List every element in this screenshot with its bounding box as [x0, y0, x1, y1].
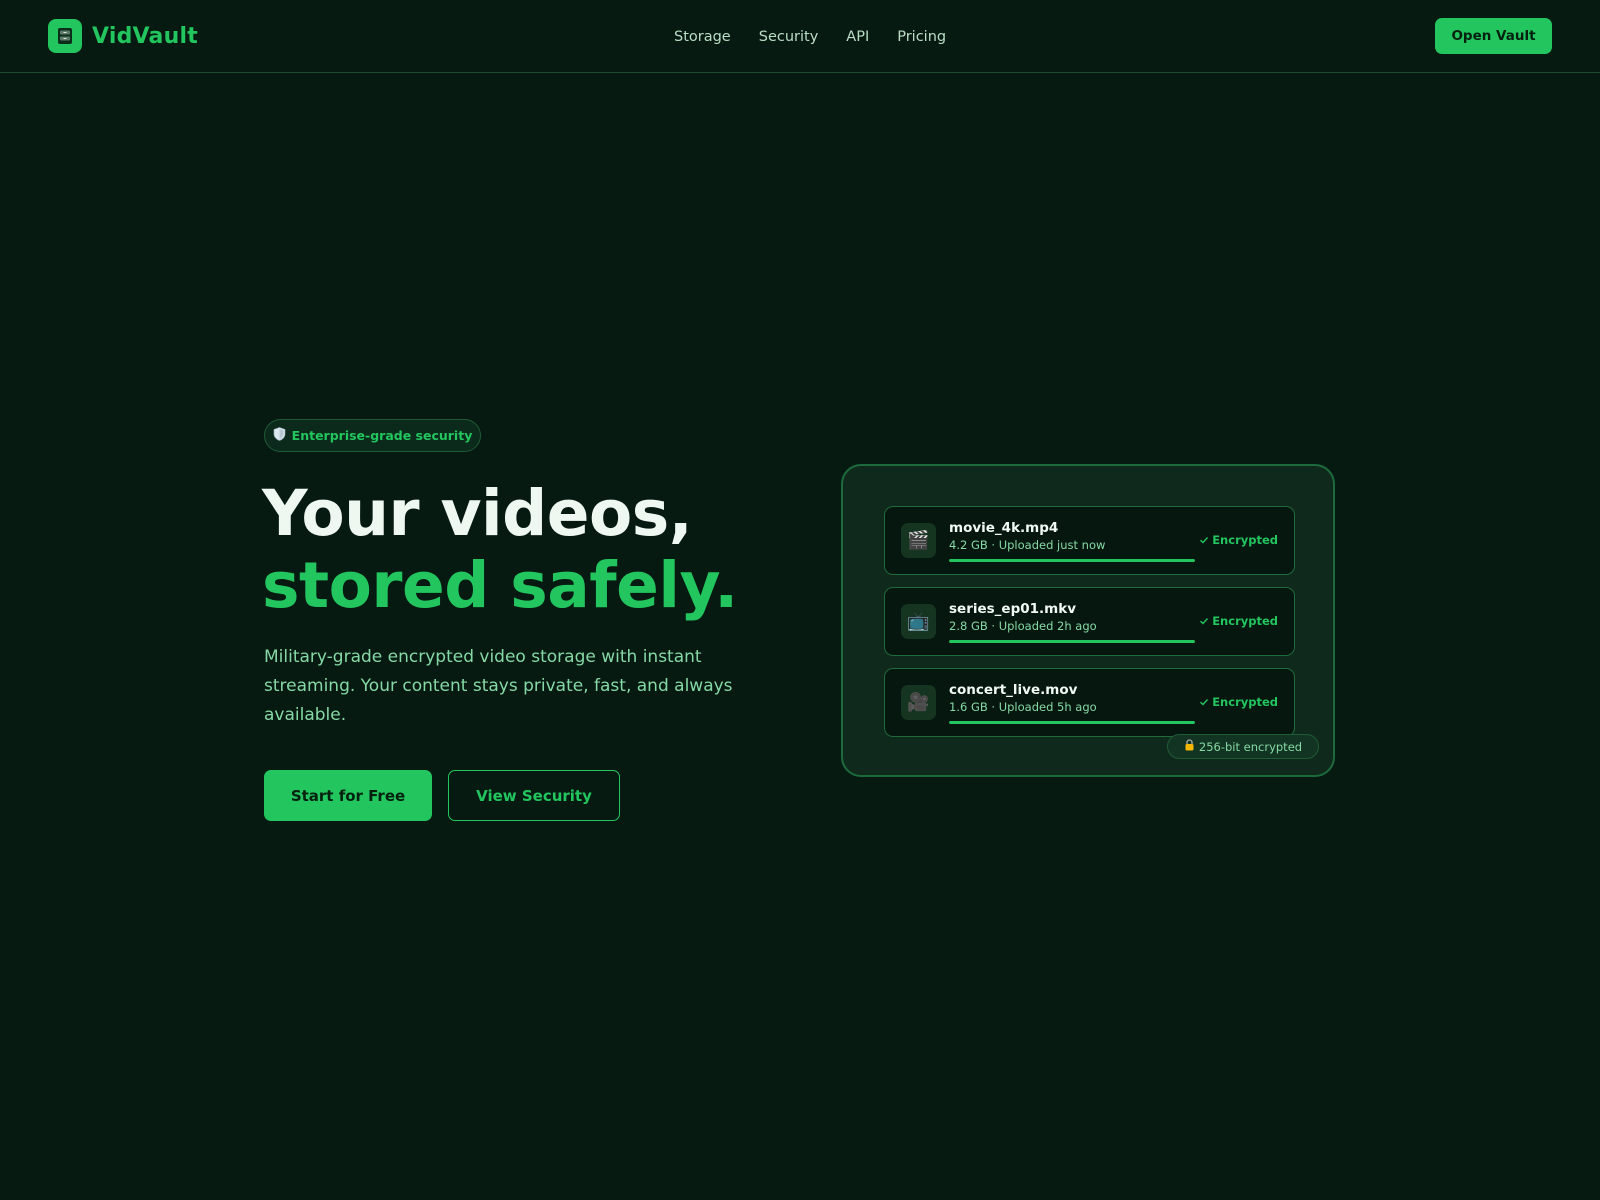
vault-preview-card: 🎬 movie_4k.mp4 4.2 GB · Uploaded just no… [841, 464, 1335, 777]
file-meta: 2.8 GB · Uploaded 2h ago [949, 619, 1097, 633]
file-row[interactable]: 🎥 concert_live.mov 1.6 GB · Uploaded 5h … [884, 668, 1295, 737]
encrypted-status: Encrypted [1199, 614, 1278, 628]
file-meta: 4.2 GB · Uploaded just now [949, 538, 1106, 552]
brand-name: VidVault [92, 23, 198, 49]
nav-link-pricing[interactable]: Pricing [897, 29, 946, 45]
encryption-pill: 256-bit encrypted [1167, 734, 1319, 759]
encrypted-status-label: Encrypted [1212, 614, 1278, 628]
hero-title: Your videos, stored safely. [262, 478, 822, 622]
encrypted-status-label: Encrypted [1212, 695, 1278, 709]
brand-link[interactable]: VidVault [48, 19, 198, 53]
check-icon [1200, 618, 1209, 625]
file-name: series_ep01.mkv [949, 601, 1076, 617]
file-meta: 1.6 GB · Uploaded 5h ago [949, 700, 1097, 714]
hero-subtitle: Military-grade encrypted video storage w… [264, 647, 733, 725]
encrypted-status: Encrypted [1199, 695, 1278, 709]
vault-logo-icon [48, 19, 82, 53]
top-navbar: VidVault Storage Security API Pricing Op… [0, 0, 1600, 73]
file-name: movie_4k.mp4 [949, 520, 1059, 536]
file-name: concert_live.mov [949, 682, 1078, 698]
nav-link-security[interactable]: Security [759, 29, 819, 45]
encryption-pill-label: 256-bit encrypted [1198, 739, 1303, 754]
upload-progress-fill [949, 640, 1195, 643]
shield-icon [273, 427, 286, 444]
upload-progress-bar [949, 640, 1195, 643]
security-badge: Enterprise-grade security [264, 419, 481, 452]
nav-links: Storage Security API Pricing [674, 26, 946, 48]
lock-icon [1184, 739, 1195, 754]
clapper-icon: 🎬 [901, 523, 936, 558]
upload-progress-bar [949, 721, 1195, 724]
upload-progress-fill [949, 721, 1195, 724]
check-icon [1200, 699, 1209, 706]
security-badge-label: Enterprise-grade security [291, 428, 473, 443]
open-vault-button[interactable]: Open Vault [1435, 18, 1552, 54]
nav-link-storage[interactable]: Storage [674, 29, 731, 45]
nav-link-api[interactable]: API [846, 29, 869, 45]
upload-progress-bar [949, 559, 1195, 562]
tv-icon: 📺 [901, 604, 936, 639]
encrypted-status-label: Encrypted [1212, 533, 1278, 547]
hero-title-line2: stored safely. [262, 549, 738, 622]
view-security-button[interactable]: View Security [448, 770, 620, 821]
encrypted-status: Encrypted [1199, 533, 1278, 547]
file-row[interactable]: 📺 series_ep01.mkv 2.8 GB · Uploaded 2h a… [884, 587, 1295, 656]
start-for-free-button[interactable]: Start for Free [264, 770, 432, 821]
hero-title-line1: Your videos, [262, 477, 693, 550]
check-icon [1200, 537, 1209, 544]
upload-progress-fill [949, 559, 1195, 562]
video-camera-icon: 🎥 [901, 685, 936, 720]
file-row[interactable]: 🎬 movie_4k.mp4 4.2 GB · Uploaded just no… [884, 506, 1295, 575]
